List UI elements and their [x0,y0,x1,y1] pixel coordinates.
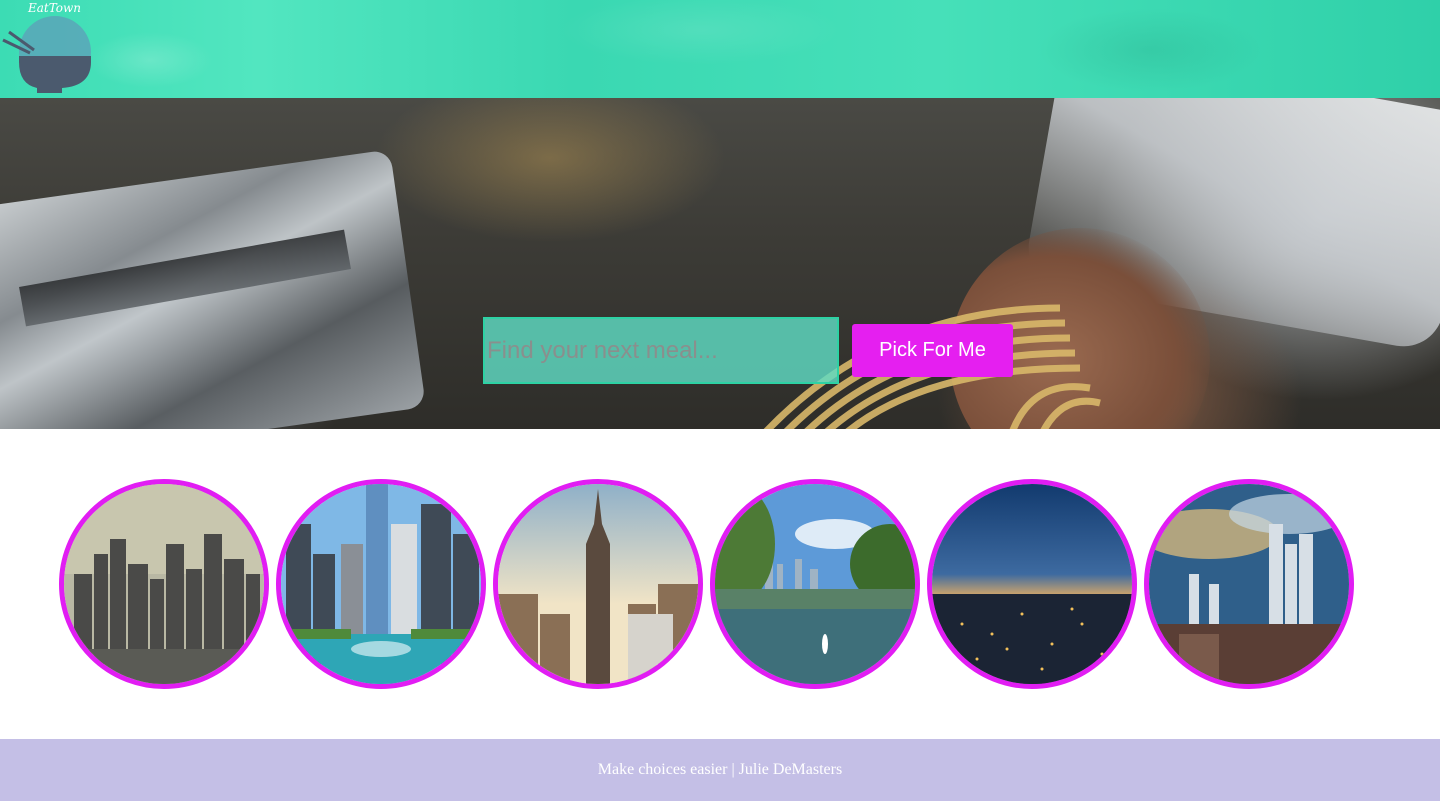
site-header: EatTown [0,0,1440,98]
city-image-2[interactable] [276,479,486,689]
site-footer: Make choices easier | Julie DeMasters [0,739,1440,801]
city-image-3[interactable] [493,479,703,689]
meal-search-input[interactable] [483,317,839,384]
city-image-4[interactable] [710,479,920,689]
footer-text: Make choices easier | Julie DeMasters [597,761,843,778]
hero-banner: Pick For Me [0,98,1440,429]
logo[interactable]: EatTown [0,0,100,98]
city-image-6[interactable] [1144,479,1354,689]
city-image-5[interactable] [927,479,1137,689]
pick-for-me-button[interactable]: Pick For Me [852,324,1013,377]
city-image-1[interactable] [59,479,269,689]
logo-text: EatTown [28,1,82,15]
